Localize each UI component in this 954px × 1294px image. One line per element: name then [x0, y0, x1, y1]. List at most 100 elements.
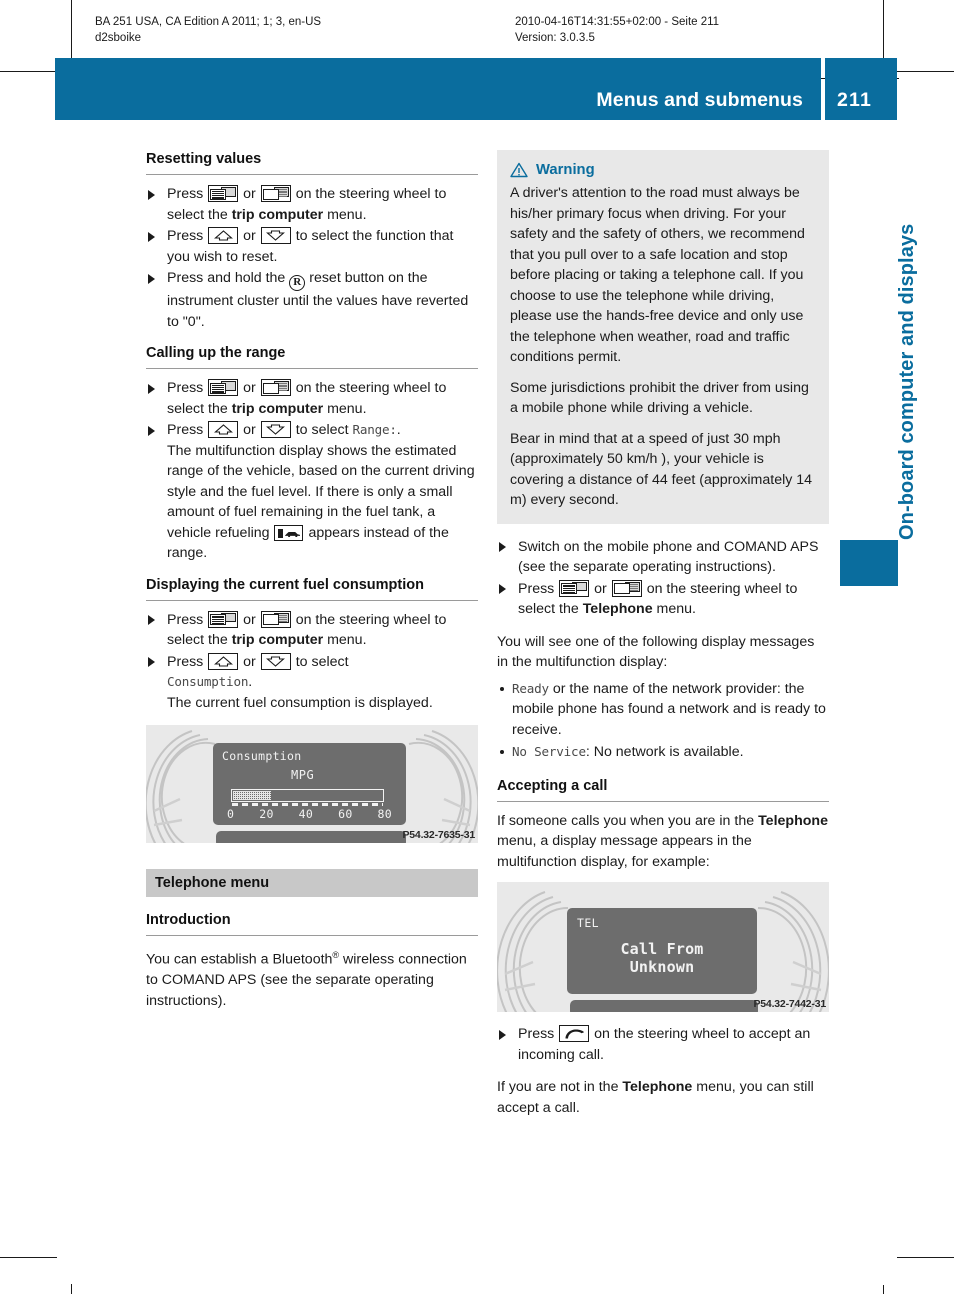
- warning-label: Warning: [536, 162, 595, 178]
- menu-left-button-icon: [208, 610, 239, 628]
- paragraph-text: menu, a display message appears in the m…: [497, 833, 752, 870]
- paragraph-emphasis: Telephone: [622, 1079, 693, 1095]
- left-content-column: Resetting values Press or on the steerin…: [146, 150, 478, 1011]
- steps-fuel-consumption: Press or on the steering wheel to select…: [146, 610, 478, 714]
- bullet-dot: [500, 686, 504, 691]
- step-item: Press or on the steering wheel to select…: [146, 184, 478, 225]
- step-text-emphasis: trip computer: [231, 206, 324, 223]
- step-item: Press or to select Range:. The multifunc…: [146, 420, 478, 564]
- arrow-down-button-icon: [260, 652, 291, 670]
- display-value-ready: Ready: [512, 680, 549, 696]
- step-triangle-icon: [148, 189, 155, 200]
- page-title: Menus and submenus: [596, 89, 803, 111]
- step-triangle-icon: [499, 542, 506, 552]
- arrow-up-button-icon: [208, 421, 239, 438]
- section-heading-introduction: Introduction: [146, 911, 478, 936]
- figure-telephone-display: TEL Call From Unknown P54.32-7442-31: [497, 882, 829, 1012]
- list-item-text: : No network is available.: [585, 744, 744, 760]
- lcd-title: Consumption: [222, 749, 302, 763]
- intro-text: You can establish a Bluetooth: [146, 951, 333, 968]
- arrow-down-button-icon: [260, 227, 291, 244]
- list-item-text: or the name of the network provider: the…: [512, 680, 826, 738]
- step-item: Press or to select Consumption. The curr…: [146, 652, 478, 714]
- step-text: Press and hold the: [167, 270, 286, 286]
- display-value-consumption: Consumption: [167, 674, 249, 689]
- paragraph-text: If you are not in the: [497, 1079, 619, 1095]
- page-number: 211: [837, 89, 873, 111]
- display-messages-intro: You will see one of the following displa…: [497, 633, 815, 671]
- step-text: Switch on the mobile phone and COMAND AP…: [518, 538, 819, 576]
- step-triangle-icon: [499, 584, 506, 594]
- step-text: to select: [295, 653, 349, 670]
- lcd-panel: TEL Call From Unknown: [567, 908, 757, 994]
- step-triangle-icon: [148, 615, 155, 625]
- step-text: Press: [167, 228, 204, 244]
- scale-tick: 80: [377, 807, 392, 821]
- print-header-version: Version: 3.0.3.5: [515, 32, 595, 44]
- section-heading-accepting-a-call: Accepting a call: [497, 777, 829, 802]
- section-heading-calling-up-range: Calling up the range: [146, 344, 478, 369]
- step-text: menu.: [656, 601, 696, 617]
- page-titlebar: Menus and submenus: [55, 58, 821, 120]
- step-text-emphasis: trip computer: [231, 632, 324, 648]
- print-header: BA 251 USA, CA Edition A 2011; 1; 3, en-…: [95, 14, 855, 46]
- step-text: menu.: [327, 206, 367, 223]
- step-text-or: or: [243, 380, 256, 396]
- steps-telephone-setup: Switch on the mobile phone and COMAND AP…: [497, 537, 829, 620]
- figure-code: P54.32-7635-31: [402, 829, 475, 841]
- figure-code: P54.32-7442-31: [753, 998, 826, 1010]
- display-value-range: Range:: [352, 422, 397, 437]
- lcd-lower-strip: [570, 1000, 758, 1012]
- arrow-up-button-icon: [208, 652, 239, 670]
- menu-left-button-icon: [208, 379, 239, 396]
- introduction-paragraph: You can establish a Bluetooth® wireless …: [146, 945, 478, 1011]
- step-triangle-icon: [148, 657, 155, 667]
- print-header-doc-id: BA 251 USA, CA Edition A 2011; 1; 3, en-…: [95, 16, 322, 28]
- warning-box: Warning A driver's attention to the road…: [497, 150, 829, 524]
- warning-header: Warning: [510, 162, 816, 178]
- chapter-tab-marker: [840, 540, 898, 586]
- lcd-lower-strip: [216, 831, 406, 843]
- section-band-telephone-menu: Telephone menu: [146, 869, 478, 897]
- step-text: .: [396, 422, 401, 438]
- step-text-or: or: [243, 611, 256, 628]
- menu-left-button-icon: [208, 185, 239, 202]
- scale-tick: 60: [338, 807, 353, 821]
- warning-paragraph-2: Some jurisdictions prohibit the driver f…: [510, 379, 809, 417]
- paragraph-text: If someone calls you when you are in the: [497, 812, 755, 829]
- step-item: Press or on the steering wheel to select…: [146, 378, 478, 419]
- consumption-gauge: [231, 789, 384, 802]
- step-text-emphasis: Telephone: [582, 601, 653, 617]
- lcd-mode-label: TEL: [577, 916, 599, 930]
- steps-resetting-values: Press or on the steering wheel to select…: [146, 184, 478, 332]
- steps-calling-up-range: Press or on the steering wheel to select…: [146, 378, 478, 564]
- manual-page: BA 251 USA, CA Edition A 2011; 1; 3, en-…: [0, 0, 954, 1294]
- warning-triangle-icon: [510, 162, 528, 178]
- step-text: Press: [167, 611, 204, 628]
- not-in-telephone-menu-paragraph: If you are not in the Telephone menu, yo…: [497, 1077, 829, 1118]
- section-heading-fuel-consumption: Displaying the current fuel consumption: [146, 576, 478, 601]
- scale-tick: 20: [259, 807, 274, 821]
- gauge-fill: [233, 791, 271, 800]
- step-text: to select: [295, 422, 349, 438]
- step-text-emphasis: trip computer: [231, 400, 324, 417]
- scale-tick: 40: [298, 807, 314, 821]
- step-text: Press: [167, 653, 204, 670]
- step-text-or: or: [243, 228, 256, 244]
- list-item: No Service: No network is available.: [497, 742, 829, 763]
- right-content-column: Warning A driver's attention to the road…: [497, 150, 829, 1118]
- menu-left-button-icon: [559, 579, 590, 597]
- step-item: Press on the steering wheel to accept an…: [497, 1024, 829, 1065]
- step-item: Press or on the steering wheel to select…: [497, 579, 829, 620]
- arrow-down-button-icon: [260, 421, 291, 438]
- step-text-or: or: [243, 653, 256, 670]
- lcd-call-line-2: Unknown: [629, 958, 695, 976]
- step-item: Press or to select the function that you…: [146, 226, 478, 267]
- step-text-or: or: [594, 580, 607, 597]
- step-triangle-icon: [148, 231, 155, 242]
- crop-mark-bottom-left-horizontal: [0, 1257, 57, 1258]
- step-item: Switch on the mobile phone and COMAND AP…: [497, 537, 829, 578]
- gauge-ticks: [232, 803, 383, 806]
- step-text: menu.: [327, 632, 367, 648]
- step-text: Press: [518, 1026, 555, 1042]
